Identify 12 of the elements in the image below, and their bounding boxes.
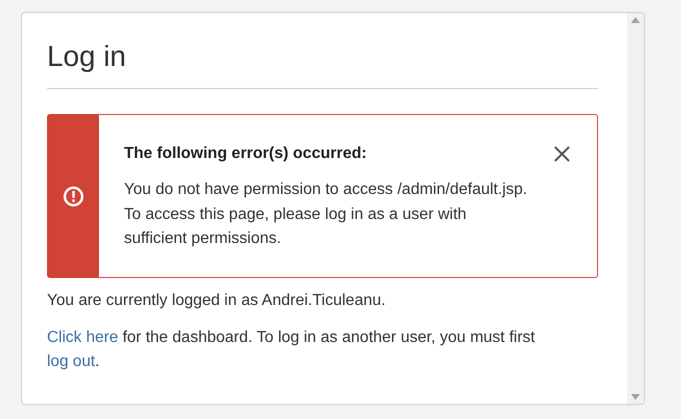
login-status: You are currently logged in as Andrei.Ticuleanu.	[47, 291, 387, 311]
error-icon	[63, 186, 84, 206]
text-link[interactable]: log out	[47, 353, 96, 370]
page-title: Log in	[47, 37, 598, 89]
alert-heading: The following error(s) occurred:	[124, 144, 367, 164]
scrollbar[interactable]	[627, 13, 644, 404]
close-button[interactable]	[552, 144, 572, 164]
scroll-up-icon[interactable]	[631, 17, 640, 23]
alert-message: You do not have permission to access /admin/default.jsp. To access this page, please log in as a user with sufficient permissions.	[124, 180, 528, 249]
scroll-down-icon[interactable]	[631, 394, 640, 400]
dashboard-note: Click here for the dashboard. To log in as another user, you must first log out.	[47, 328, 536, 372]
text-link[interactable]: Click here	[47, 329, 118, 346]
